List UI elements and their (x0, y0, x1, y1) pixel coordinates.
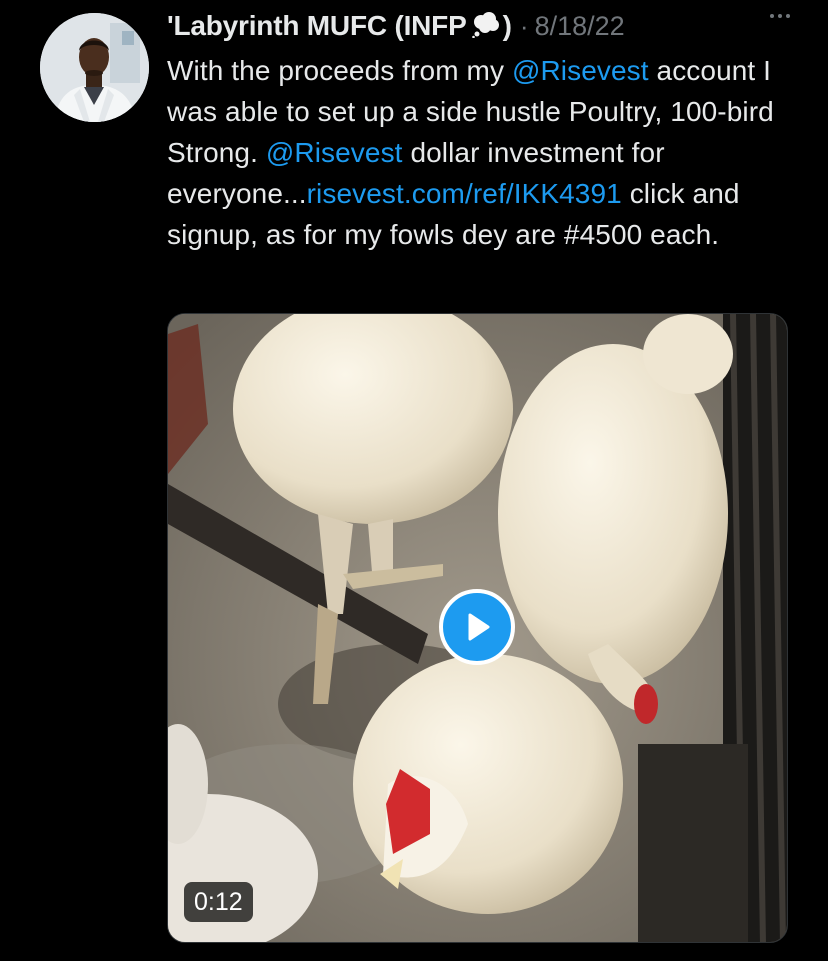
play-icon (468, 613, 490, 641)
avatar[interactable] (40, 13, 149, 122)
author-name[interactable]: 'Labyrinth MUFC (INFP (167, 10, 467, 42)
play-button[interactable] (439, 589, 515, 665)
mention-link[interactable]: @Risevest (512, 55, 649, 86)
more-horizontal-icon[interactable] (770, 14, 790, 18)
text-part: With the proceeds from my (167, 55, 512, 86)
video-duration: 0:12 (184, 882, 253, 922)
video-player[interactable]: 0:12 (167, 313, 788, 943)
tweet-date[interactable]: 8/18/22 (535, 11, 625, 42)
thought-balloon-icon (471, 10, 501, 43)
tweet-header: 'Labyrinth MUFC (INFP ) · 8/18/22 (167, 6, 807, 46)
mention-link[interactable]: @Risevest (266, 137, 403, 168)
tweet[interactable]: 'Labyrinth MUFC (INFP ) · 8/18/22 With t… (0, 0, 828, 961)
url-link[interactable]: risevest.com/ref/IKK4391 (307, 178, 622, 209)
separator-dot: · (519, 10, 529, 41)
author-name-close: ) (502, 10, 512, 41)
tweet-text: With the proceeds from my @Risevest acco… (167, 50, 787, 255)
